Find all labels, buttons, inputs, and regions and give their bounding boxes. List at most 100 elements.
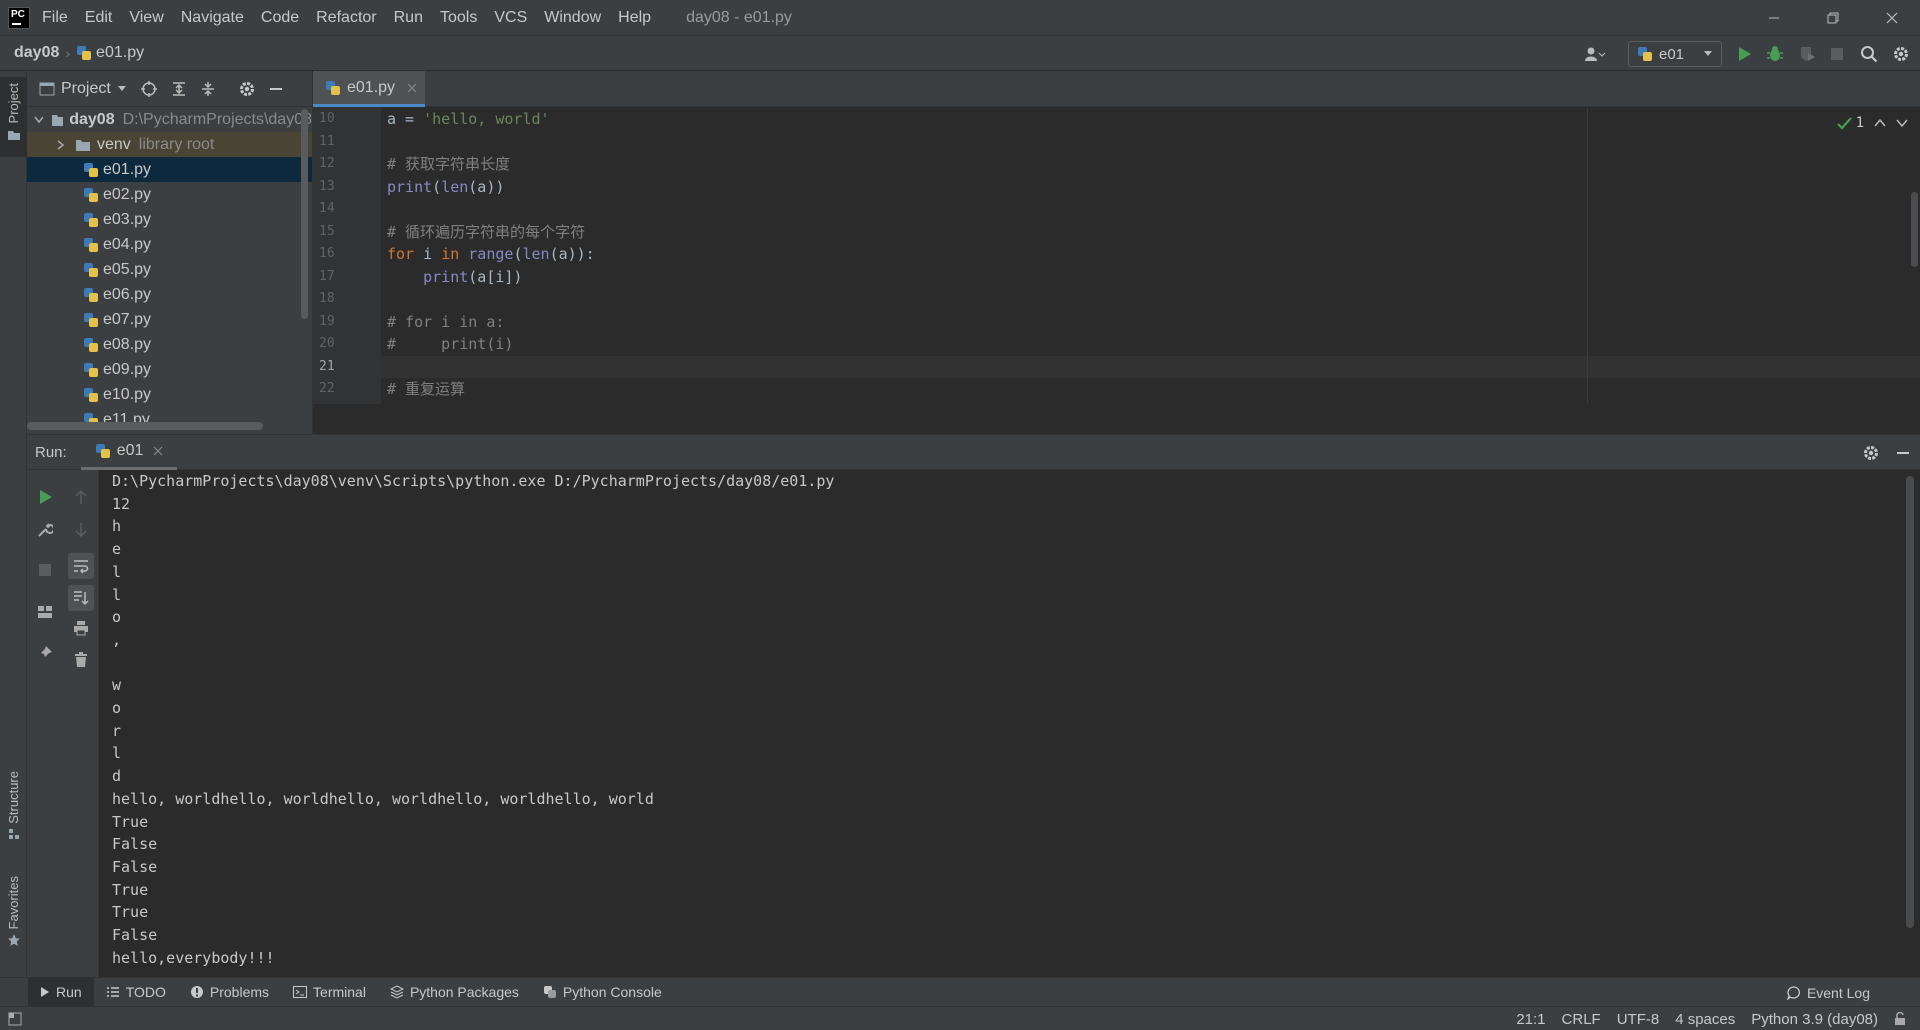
coverage-button[interactable] <box>1798 45 1816 63</box>
python-packages-tool-tab[interactable]: Python Packages <box>378 978 531 1007</box>
tree-venv-folder[interactable]: venv library root <box>27 132 312 157</box>
stop-button[interactable] <box>1830 47 1844 61</box>
project-vertical-scrollbar[interactable] <box>301 109 308 319</box>
collapse-all-icon[interactable] <box>200 81 216 97</box>
editor-tab-e01[interactable]: e01.py <box>313 71 425 107</box>
navigation-bar: day08 › e01.py e01 <box>0 35 1920 71</box>
menu-code[interactable]: Code <box>261 9 299 27</box>
scroll-to-end-button[interactable] <box>68 585 94 611</box>
run-configuration-select[interactable]: e01 <box>1628 41 1722 67</box>
toggle-tool-windows-icon[interactable] <box>8 1012 22 1026</box>
tree-file-item[interactable]: e04.py <box>27 232 312 257</box>
unlock-icon[interactable] <box>1894 1012 1906 1026</box>
edit-config-button[interactable] <box>35 520 55 540</box>
list-icon <box>106 987 119 997</box>
menu-run[interactable]: Run <box>394 9 423 27</box>
hide-panel-icon[interactable] <box>269 82 283 96</box>
console-vertical-scrollbar[interactable] <box>1906 476 1914 928</box>
print-button[interactable] <box>71 618 91 638</box>
tree-file-item[interactable]: e09.py <box>27 357 312 382</box>
menu-window[interactable]: Window <box>544 9 601 27</box>
minimize-button[interactable] <box>1746 0 1802 35</box>
tree-file-name: e07.py <box>103 310 152 328</box>
clear-all-button[interactable] <box>71 650 91 670</box>
console-output-line: False <box>112 835 158 854</box>
tree-file-item[interactable]: e10.py <box>27 382 312 407</box>
problems-tool-tab[interactable]: Problems <box>178 978 281 1007</box>
python-interpreter[interactable]: Python 3.9 (day08) <box>1751 1011 1878 1028</box>
expand-all-icon[interactable] <box>171 81 187 97</box>
close-window-button[interactable] <box>1864 0 1920 35</box>
tree-file-item[interactable]: e08.py <box>27 332 312 357</box>
project-horizontal-scrollbar[interactable] <box>27 422 263 430</box>
project-tool-tab[interactable]: Project <box>0 77 27 157</box>
event-log-tool-tab[interactable]: Event Log <box>1775 978 1882 1007</box>
tree-file-item[interactable]: e03.py <box>27 207 312 232</box>
chevron-up-icon[interactable] <box>1874 118 1886 128</box>
account-button[interactable] <box>1584 46 1606 62</box>
menu-view[interactable]: View <box>129 9 163 27</box>
run-tool-tab[interactable]: Run <box>28 977 94 1007</box>
python-console-tool-tab[interactable]: Python Console <box>531 978 674 1007</box>
settings-button[interactable] <box>1892 45 1910 63</box>
tree-file-item[interactable]: e06.py <box>27 282 312 307</box>
code-editor[interactable]: a = 'hello, world' # 获取字符串长度 print(len(a))… <box>381 107 1920 404</box>
inspection-widget[interactable]: 1 <box>1836 115 1908 131</box>
code-token: # 重复运算 <box>387 380 466 398</box>
scroll-up-button[interactable] <box>71 487 91 507</box>
menu-navigate[interactable]: Navigate <box>181 9 244 27</box>
tree-root-folder[interactable]: day08 D:\PycharmProjects\day08 <box>27 107 312 132</box>
todo-tool-label: TODO <box>125 984 166 1000</box>
folder-icon <box>76 139 90 151</box>
search-everywhere-button[interactable] <box>1860 45 1878 63</box>
tree-file-item[interactable]: e07.py <box>27 307 312 332</box>
rerun-button[interactable] <box>35 487 55 507</box>
tree-file-item[interactable]: e02.py <box>27 182 312 207</box>
menu-edit[interactable]: Edit <box>85 9 113 27</box>
breadcrumb-project[interactable]: day08 <box>14 44 59 62</box>
menu-vcs[interactable]: VCS <box>494 9 527 27</box>
file-list: e01.py e02.py e03.py e04.py e05.py e06.py e07.… <box>27 157 312 432</box>
caret-position[interactable]: 21:1 <box>1516 1011 1545 1028</box>
scroll-down-button[interactable] <box>71 520 91 540</box>
line-number: 15 <box>319 223 335 239</box>
structure-tool-tab[interactable]: Structure <box>0 771 27 856</box>
locate-icon[interactable] <box>140 80 158 98</box>
menu-refactor[interactable]: Refactor <box>316 9 376 27</box>
indent-setting[interactable]: 4 spaces <box>1675 1011 1735 1028</box>
close-icon[interactable] <box>153 446 163 456</box>
chevron-down-icon[interactable] <box>1896 118 1908 128</box>
run-console-output[interactable]: D:\PycharmProjects\day08\venv\Scripts\py… <box>99 470 1920 977</box>
file-encoding[interactable]: UTF-8 <box>1617 1011 1660 1028</box>
soft-wrap-button[interactable] <box>68 553 94 579</box>
menu-file[interactable]: File <box>42 9 68 27</box>
pin-tab-button[interactable] <box>35 643 55 663</box>
gear-icon[interactable] <box>1862 444 1880 462</box>
line-separator[interactable]: CRLF <box>1562 1011 1601 1028</box>
project-view-select[interactable]: Project <box>61 80 111 98</box>
editor-vertical-scrollbar[interactable] <box>1911 192 1918 267</box>
tree-file-item[interactable]: e01.py <box>27 157 312 182</box>
terminal-tool-tab[interactable]: Terminal <box>281 978 378 1007</box>
debug-button[interactable] <box>1766 45 1784 63</box>
todo-tool-tab[interactable]: TODO <box>94 978 178 1007</box>
menu-help[interactable]: Help <box>618 9 651 27</box>
window-title: day08 - e01.py <box>686 8 792 26</box>
tree-file-item[interactable]: e05.py <box>27 257 312 282</box>
close-icon[interactable] <box>407 83 417 93</box>
code-token: range <box>468 245 514 263</box>
favorites-tool-tab[interactable]: Favorites <box>0 876 27 966</box>
hide-panel-icon[interactable] <box>1896 446 1910 460</box>
run-tab-e01[interactable]: e01 <box>80 434 178 470</box>
line-number: 10 <box>319 111 335 126</box>
console-output-line: o <box>112 608 122 627</box>
stop-button[interactable] <box>35 560 55 580</box>
python-file-icon <box>84 262 98 277</box>
gear-icon[interactable] <box>238 80 256 98</box>
restore-layout-button[interactable] <box>35 602 55 622</box>
run-button[interactable] <box>1736 46 1752 62</box>
restore-button[interactable] <box>1805 0 1861 35</box>
code-token: # 循环遍历字符串的每个字符 <box>387 222 586 241</box>
breadcrumb-file[interactable]: e01.py <box>76 44 144 62</box>
menu-tools[interactable]: Tools <box>440 9 477 27</box>
